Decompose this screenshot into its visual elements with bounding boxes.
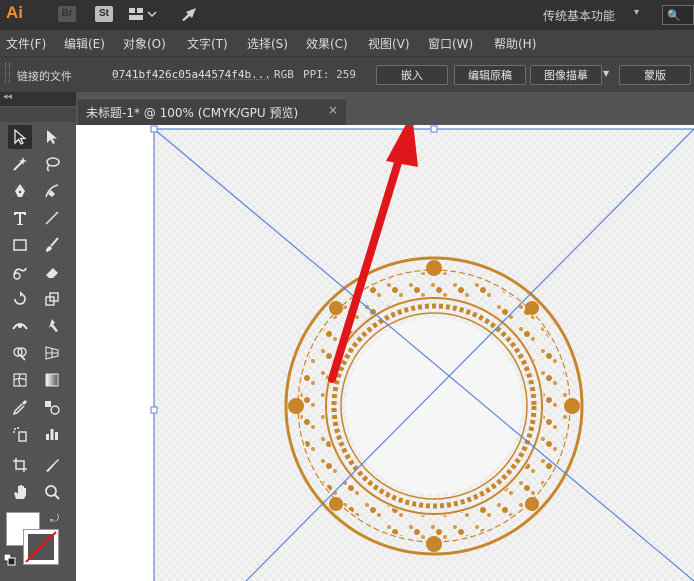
ppi-label: PPI: 259 — [303, 68, 356, 81]
column-graph-tool-icon[interactable] — [40, 422, 64, 446]
swap-fill-stroke-icon[interactable]: ⤾ — [50, 512, 59, 526]
menu-view[interactable]: 视图(V) — [368, 35, 410, 52]
search-input[interactable]: 🔍 — [662, 5, 694, 25]
stroke-color-swatch[interactable] — [23, 529, 59, 565]
mesh-tool-icon[interactable] — [8, 368, 32, 392]
arrange-documents-icon[interactable] — [128, 6, 158, 22]
artwork-svg — [150, 125, 694, 581]
embed-button[interactable]: 嵌入 — [376, 65, 448, 85]
workspace-switcher[interactable]: 传统基本功能 — [543, 7, 615, 24]
image-trace-button[interactable]: 图像描摹 — [530, 65, 602, 85]
mask-button[interactable]: 蒙版 — [619, 65, 691, 85]
rotate-tool-icon[interactable] — [8, 287, 32, 311]
selection-tool-icon[interactable] — [8, 125, 32, 149]
chevron-down-icon[interactable]: ▼ — [603, 69, 609, 78]
chevron-down-icon[interactable]: ▾ — [634, 7, 639, 18]
zoom-tool-icon[interactable] — [40, 480, 64, 504]
shaper-tool-icon[interactable] — [8, 260, 32, 284]
menu-type[interactable]: 文字(T) — [187, 35, 228, 52]
perspective-grid-tool-icon[interactable] — [40, 341, 64, 365]
linked-file-name[interactable]: 0741bf426c05a44574f4b... — [112, 68, 271, 81]
paintbrush-tool-icon[interactable] — [40, 233, 64, 257]
bridge-icon[interactable]: Br — [58, 6, 76, 22]
pen-tool-icon[interactable] — [8, 179, 32, 203]
tools-panel-grip[interactable] — [0, 108, 76, 122]
menu-select[interactable]: 选择(S) — [247, 35, 288, 52]
menu-window[interactable]: 窗口(W) — [428, 35, 473, 52]
lasso-tool-icon[interactable] — [40, 152, 64, 176]
artboard-tool-icon[interactable] — [8, 453, 32, 477]
gradient-tool-icon[interactable] — [40, 368, 64, 392]
close-icon[interactable]: × — [328, 103, 338, 117]
type-tool-icon[interactable] — [8, 206, 32, 230]
canvas[interactable] — [76, 125, 694, 581]
hand-tool-icon[interactable] — [8, 480, 32, 504]
document-tab[interactable]: 未标题-1* @ 100% (CMYK/GPU 预览) × — [78, 97, 346, 125]
line-segment-tool-icon[interactable] — [40, 206, 64, 230]
blend-tool-icon[interactable] — [40, 395, 64, 419]
app-logo: Ai — [6, 3, 23, 22]
menu-object[interactable]: 对象(O) — [123, 35, 166, 52]
control-bar: 链接的文件 0741bf426c05a44574f4b... RGB PPI: … — [0, 56, 694, 93]
stock-icon[interactable]: St — [95, 6, 113, 22]
magic-wand-tool-icon[interactable] — [8, 152, 32, 176]
panel-grip[interactable] — [5, 63, 10, 83]
puppet-warp-tool-icon[interactable] — [40, 314, 64, 338]
menu-help[interactable]: 帮助(H) — [494, 35, 536, 52]
color-mode-label: RGB — [274, 68, 294, 81]
gpu-performance-icon[interactable] — [180, 6, 200, 22]
scale-tool-icon[interactable] — [40, 287, 64, 311]
edit-original-button[interactable]: 编辑原稿 — [454, 65, 526, 85]
slice-tool-icon[interactable] — [40, 453, 64, 477]
menu-effect[interactable]: 效果(C) — [306, 35, 348, 52]
eraser-tool-icon[interactable] — [40, 260, 64, 284]
menu-file[interactable]: 文件(F) — [6, 35, 46, 52]
rectangle-tool-icon[interactable] — [8, 233, 32, 257]
shape-builder-tool-icon[interactable] — [8, 341, 32, 365]
eyedropper-tool-icon[interactable] — [8, 395, 32, 419]
tools-panel-header[interactable]: ◂◂ — [0, 92, 76, 106]
default-colors-icon[interactable] — [4, 554, 16, 566]
curvature-tool-icon[interactable] — [40, 179, 64, 203]
width-tool-icon[interactable] — [8, 314, 32, 338]
collapse-icon[interactable]: ◂◂ — [3, 92, 12, 102]
symbol-sprayer-tool-icon[interactable] — [8, 422, 32, 446]
document-tab-title: 未标题-1* @ 100% (CMYK/GPU 预览) — [86, 106, 299, 120]
tools-panel: ◂◂ ⤾ — [0, 92, 76, 581]
direct-selection-tool-icon[interactable] — [40, 125, 64, 149]
title-bar: Ai Br St 传统基本功能 ▾ 🔍 — [0, 0, 694, 30]
menu-edit[interactable]: 编辑(E) — [64, 35, 105, 52]
menu-bar: 文件(F) 编辑(E) 对象(O) 文字(T) 选择(S) 效果(C) 视图(V… — [0, 30, 694, 56]
linked-file-label: 链接的文件 — [17, 70, 72, 83]
